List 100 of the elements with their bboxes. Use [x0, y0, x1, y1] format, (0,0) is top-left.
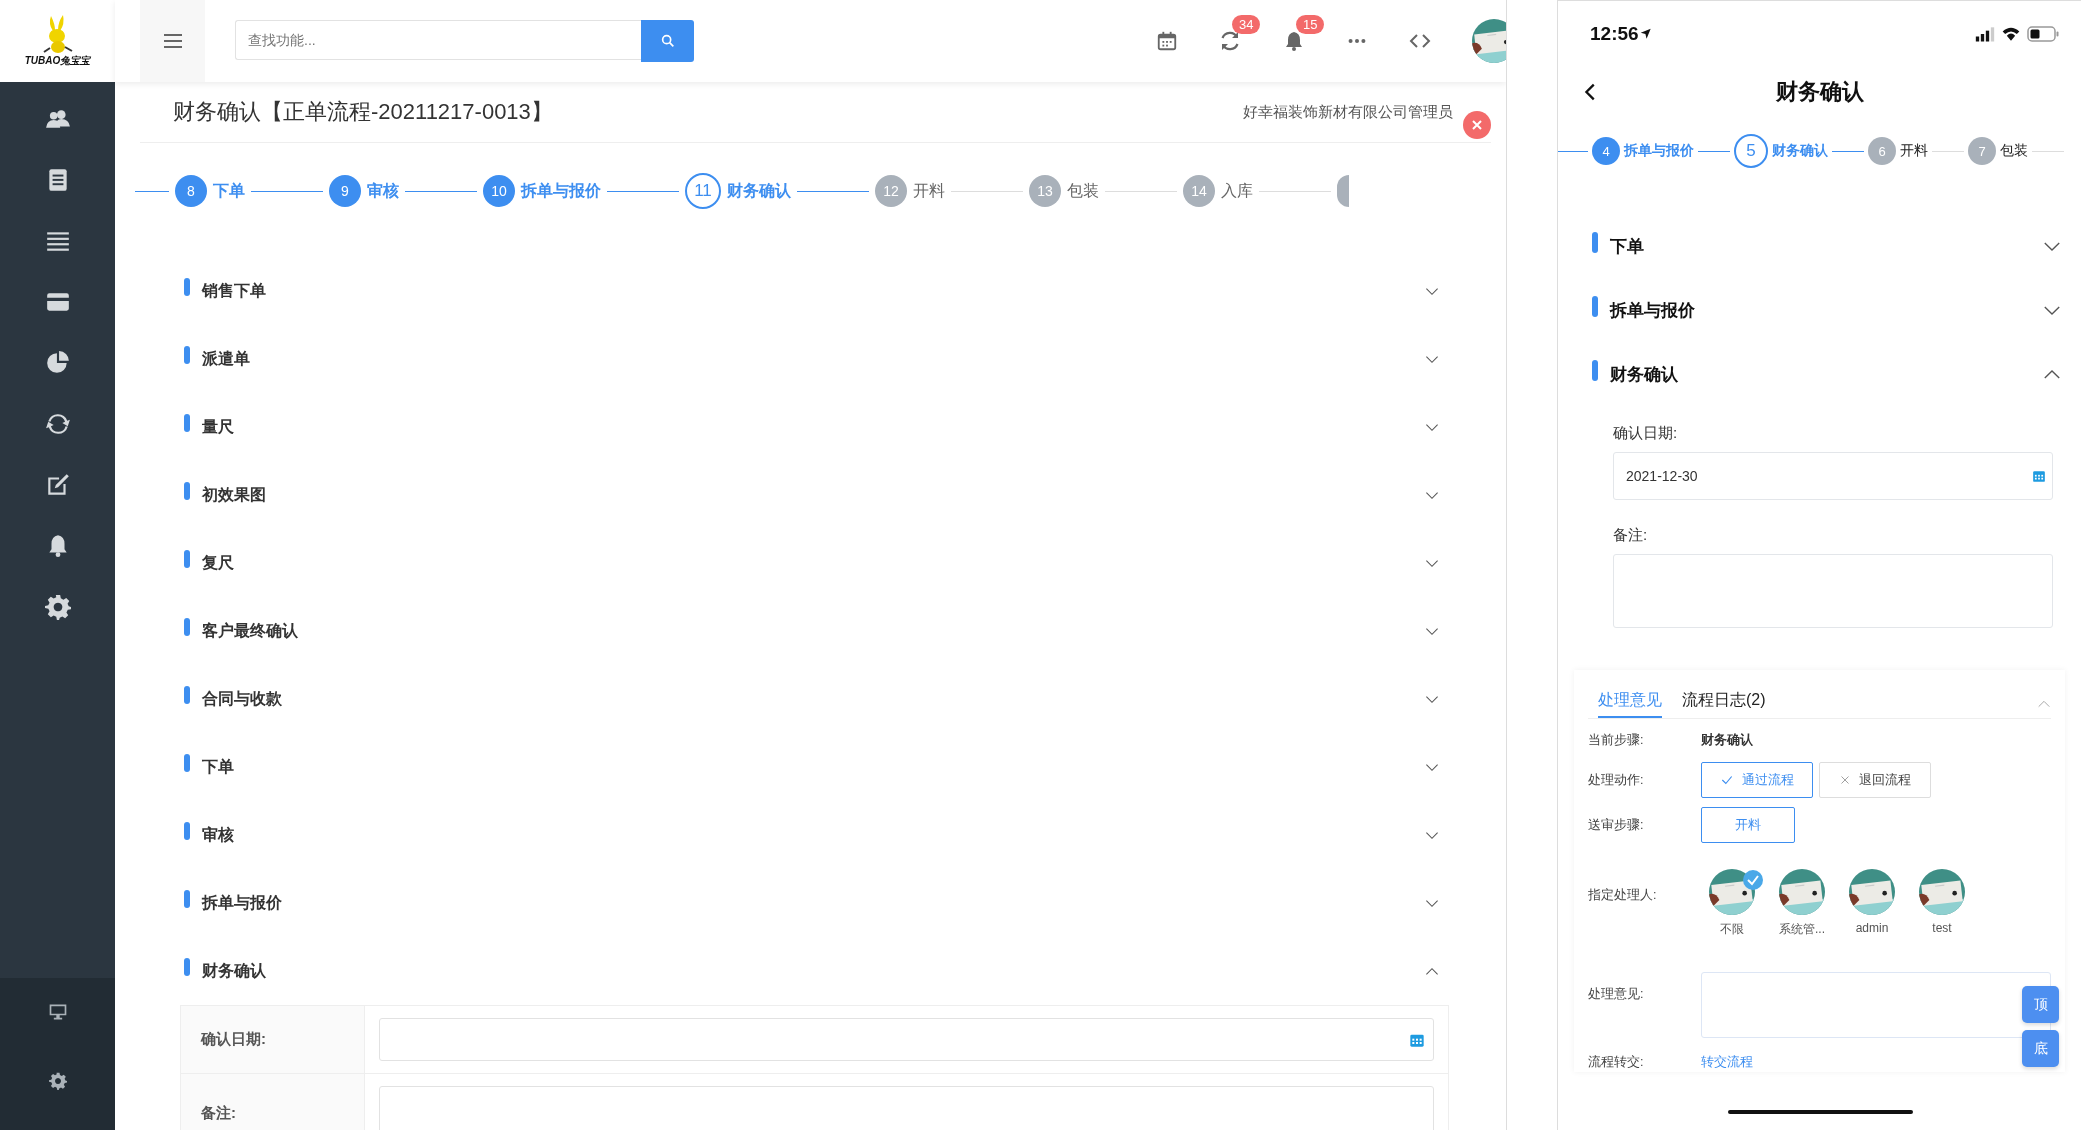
step-label: 入库: [1221, 180, 1253, 201]
form-label: 确认日期:: [1613, 422, 1679, 443]
section-marker: [1592, 359, 1598, 381]
section-title[interactable]: 拆单与报价: [1610, 298, 1695, 322]
step-label: 财务确认: [1772, 142, 1828, 160]
chevron-down-icon[interactable]: [1425, 830, 1439, 840]
page-title: 财务确认【正单流程-20211217-0013】: [173, 98, 553, 126]
section-marker: [184, 890, 190, 908]
step-circle: 10: [483, 175, 515, 207]
section-marker: [184, 346, 190, 364]
step-label: 开料: [1900, 142, 1928, 160]
section-marker: [184, 686, 190, 704]
close-button[interactable]: [1463, 111, 1491, 139]
chevron-down-icon[interactable]: [1425, 694, 1439, 704]
section-title[interactable]: 量尺: [202, 416, 234, 438]
step-circle: 13: [1029, 175, 1061, 207]
form-label: 备注:: [181, 1074, 365, 1130]
monitor-icon[interactable]: [47, 1002, 68, 1022]
tab[interactable]: 流程日志(2): [1682, 690, 1766, 718]
chevron-down-icon[interactable]: [1425, 558, 1439, 568]
action-button[interactable]: 退回流程: [1819, 762, 1931, 798]
chevron-down-icon[interactable]: [1425, 286, 1439, 296]
search-icon: [659, 33, 676, 49]
step-circle: 6: [1868, 137, 1896, 165]
chevron-down-icon[interactable]: [2043, 240, 2061, 252]
section-marker: [184, 482, 190, 500]
section-title[interactable]: 初效果图: [202, 484, 266, 506]
step-circle: 7: [1968, 137, 1996, 165]
logo-text: TUBAO兔宝宝: [24, 54, 91, 68]
section-title[interactable]: 派遣单: [202, 348, 250, 370]
check-icon: [1720, 773, 1734, 787]
screen-title: 财务确认: [1775, 78, 1864, 106]
step-label: 开料: [913, 180, 945, 201]
chevron-down-icon[interactable]: [1425, 354, 1439, 364]
step-circle: 8: [175, 175, 207, 207]
signal-icon: [1975, 24, 1995, 44]
cross-icon: [1839, 774, 1851, 786]
section-title[interactable]: 下单: [202, 756, 234, 778]
chevron-down-icon[interactable]: [1425, 762, 1439, 772]
section-marker: [184, 822, 190, 840]
chevron-down-icon[interactable]: [1425, 422, 1439, 432]
status-time: 12:56: [1590, 23, 1639, 45]
user-name: 好幸福装饰新材有限公司管理员: [1243, 102, 1453, 122]
field-label: 指定处理人:: [1588, 887, 1658, 904]
date-field[interactable]: 2021-12-30: [1613, 452, 2053, 500]
form-label: 确认日期:: [181, 1006, 365, 1073]
section-marker: [184, 618, 190, 636]
remark-field[interactable]: [1613, 554, 2053, 628]
battery-icon: [2027, 26, 2059, 42]
refresh-icon[interactable]: [44, 411, 71, 437]
step-label: 包装: [2000, 142, 2028, 160]
field-label: 处理意见:: [1588, 985, 1645, 1003]
chevron-down-icon[interactable]: [1425, 626, 1439, 636]
calendar-icon: [2032, 469, 2046, 483]
section-title[interactable]: 财务确认: [1610, 362, 1678, 386]
person-name[interactable]: 不限: [1720, 921, 1744, 938]
person-name[interactable]: 系统管...: [1779, 921, 1825, 938]
field-label: 当前步骤:: [1588, 731, 1645, 749]
settings-icon[interactable]: [44, 594, 71, 620]
step-label: 下单: [213, 180, 245, 201]
field-label: 流程转交:: [1588, 1053, 1645, 1071]
step-circle: 9: [329, 175, 361, 207]
date-field[interactable]: [379, 1018, 1434, 1061]
chevron-down-icon[interactable]: [1425, 490, 1439, 500]
section-marker: [184, 958, 190, 976]
pie-chart-icon[interactable]: [44, 350, 71, 376]
section-title[interactable]: 拆单与报价: [202, 892, 282, 914]
step-label: 审核: [367, 180, 399, 201]
action-button[interactable]: 通过流程: [1701, 762, 1813, 798]
settings-icon[interactable]: [48, 1072, 67, 1090]
chevron-up-icon[interactable]: [2043, 368, 2061, 380]
step-label: 拆单与报价: [1624, 142, 1694, 160]
section-marker: [1592, 295, 1598, 317]
step-circle: 12: [875, 175, 907, 207]
step-circle: 5: [1734, 134, 1768, 168]
section-title[interactable]: 销售下单: [202, 280, 266, 302]
search-field[interactable]: 查找功能...: [235, 20, 641, 60]
step-label: 拆单与报价: [521, 180, 601, 201]
form-label: 备注:: [1613, 524, 1649, 545]
section-title[interactable]: 复尺: [202, 552, 234, 574]
person-name[interactable]: test: [1932, 921, 1952, 935]
section-marker: [184, 754, 190, 772]
section-title[interactable]: 合同与收款: [202, 688, 282, 710]
section-title[interactable]: 审核: [202, 824, 234, 846]
chevron-up-icon[interactable]: [1425, 966, 1439, 976]
step-circle: 11: [685, 173, 721, 209]
chevron-down-icon[interactable]: [1425, 898, 1439, 908]
section-title[interactable]: 下单: [1610, 234, 1644, 258]
section-title[interactable]: 财务确认: [202, 960, 266, 982]
calendar-icon[interactable]: [1156, 30, 1178, 52]
notification-badge: 15: [1296, 15, 1325, 34]
notification-badge: 34: [1232, 15, 1261, 34]
transfer-link[interactable]: 转交流程: [1701, 1044, 1753, 1080]
section-title[interactable]: 客户最终确认: [202, 620, 298, 642]
step-circle: 14: [1183, 175, 1215, 207]
section-marker: [184, 278, 190, 296]
field-label: 送审步骤:: [1588, 816, 1645, 834]
person-name[interactable]: admin: [1855, 921, 1889, 935]
section-marker: [184, 550, 190, 568]
chevron-down-icon[interactable]: [2043, 304, 2061, 316]
